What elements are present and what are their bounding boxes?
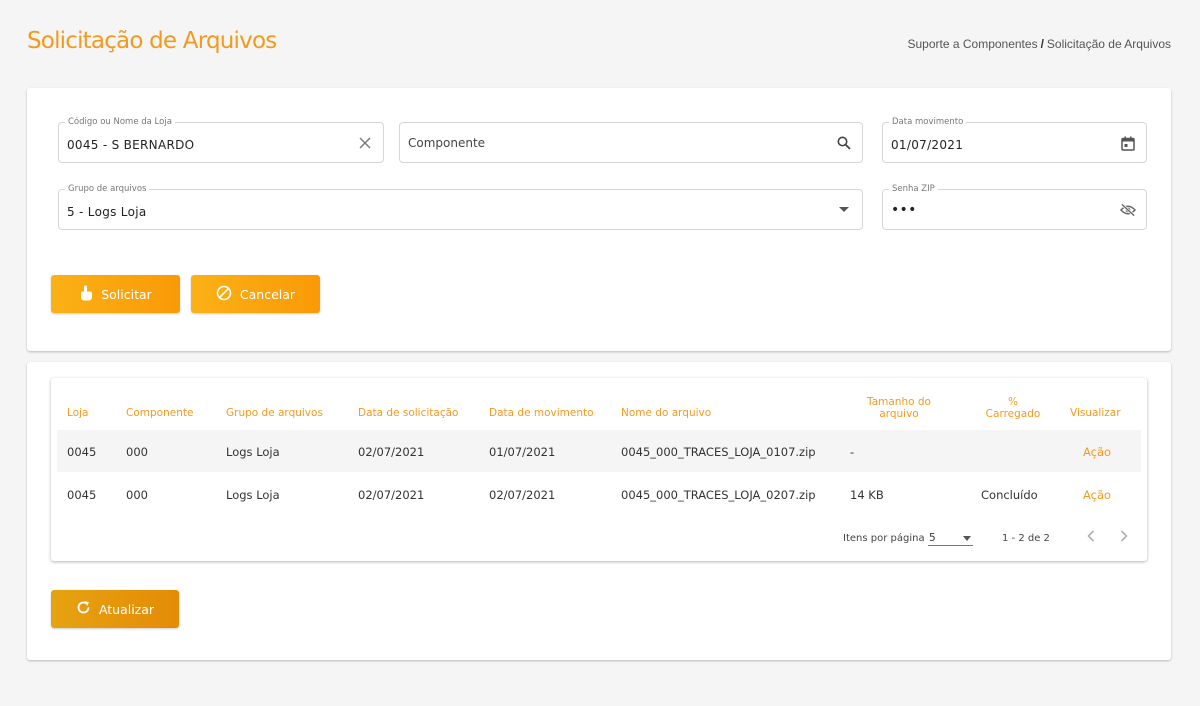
request-button[interactable]: Solicitar [51, 275, 180, 313]
cell-componente: 000 [126, 445, 148, 459]
store-field-label: Código ou Nome da Loja [65, 117, 175, 127]
col-header-componente[interactable]: Componente [126, 407, 193, 419]
chevron-left-icon[interactable] [1083, 528, 1099, 544]
request-button-label: Solicitar [101, 286, 152, 302]
dropdown-arrow-icon [963, 536, 971, 541]
results-card: Loja Componente Grupo de arquivos Data d… [27, 362, 1171, 660]
file-group-value[interactable]: 5 - Logs Loja [67, 205, 147, 219]
calendar-icon[interactable] [1120, 135, 1136, 151]
cell-componente: 000 [126, 488, 148, 502]
store-field-value[interactable]: 0045 - S BERNARDO [67, 138, 194, 152]
page-title: Solicitação de Arquivos [27, 28, 277, 54]
breadcrumb-current: Solicitação de Arquivos [1046, 37, 1171, 51]
dropdown-arrow-icon[interactable] [836, 202, 852, 218]
search-icon[interactable] [836, 135, 852, 151]
request-form-card: Código ou Nome da Loja 0045 - S BERNARDO… [27, 88, 1171, 351]
movement-date-value[interactable]: 01/07/2021 [891, 138, 963, 152]
col-header-visualizar: Visualizar [1070, 407, 1121, 419]
action-link[interactable]: Ação [1083, 488, 1111, 502]
page-size-value: 5 [929, 532, 936, 544]
zip-password-field[interactable]: Senha ZIP ••• [882, 184, 1147, 230]
cell-loja: 0045 [67, 488, 97, 502]
cancel-button[interactable]: Cancelar [191, 275, 320, 313]
cell-loja: 0045 [67, 445, 97, 459]
cell-data-solicitacao: 02/07/2021 [358, 445, 425, 459]
page-size-select[interactable]: 5 [928, 529, 973, 546]
cancel-button-label: Cancelar [239, 286, 296, 302]
page-range-label: 1 - 2 de 2 [1002, 533, 1050, 544]
component-field-placeholder[interactable]: Componente [408, 136, 485, 150]
col-header-tamanho[interactable]: Tamanho do arquivo [859, 396, 939, 420]
movement-date-field[interactable]: Data movimento 01/07/2021 [882, 117, 1147, 163]
refresh-button-label: Atualizar [98, 601, 155, 617]
chevron-right-icon[interactable] [1116, 528, 1132, 544]
component-field[interactable]: Componente [399, 122, 863, 163]
requests-table: Loja Componente Grupo de arquivos Data d… [51, 378, 1147, 561]
refresh-icon [76, 600, 91, 618]
store-field[interactable]: Código ou Nome da Loja 0045 - S BERNARDO [58, 117, 384, 163]
col-header-data-movimento[interactable]: Data de movimento [489, 407, 594, 419]
cell-carregado: Concluído [981, 488, 1038, 502]
col-header-tamanho-line1: Tamanho do [867, 396, 931, 408]
breadcrumb: Suporte a Componentes / Solicitação de Arq… [907, 37, 1171, 51]
movement-date-label: Data movimento [889, 117, 967, 127]
table-row: 0045 000 Logs Loja 02/07/2021 01/07/2021… [57, 430, 1141, 472]
col-header-carregado-line1: % [1008, 396, 1018, 408]
col-header-data-solicitacao[interactable]: Data de solicitação [358, 407, 458, 419]
hand-pointer-icon [79, 285, 93, 304]
cell-data-movimento: 01/07/2021 [489, 445, 556, 459]
items-per-page-label: Itens por página [843, 533, 925, 544]
col-header-carregado-line2: Carregado [985, 408, 1041, 420]
breadcrumb-separator: / [1040, 37, 1044, 51]
cell-data-solicitacao: 02/07/2021 [358, 488, 425, 502]
eye-off-icon[interactable] [1120, 202, 1136, 218]
close-icon[interactable] [357, 135, 373, 151]
col-header-nome-arquivo[interactable]: Nome do arquivo [621, 407, 711, 419]
breadcrumb-parent[interactable]: Suporte a Componentes [907, 37, 1037, 51]
cell-nome-arquivo: 0045_000_TRACES_LOJA_0107.zip [621, 445, 816, 459]
cell-grupo: Logs Loja [226, 445, 280, 459]
refresh-button[interactable]: Atualizar [51, 590, 179, 628]
cell-nome-arquivo: 0045_000_TRACES_LOJA_0207.zip [621, 488, 816, 502]
table-row: 0045 000 Logs Loja 02/07/2021 02/07/2021… [57, 473, 1141, 515]
cell-tamanho: 14 KB [850, 488, 884, 502]
col-header-loja[interactable]: Loja [67, 407, 88, 419]
action-link[interactable]: Ação [1083, 445, 1111, 459]
col-header-grupo[interactable]: Grupo de arquivos [226, 407, 323, 419]
zip-password-value[interactable]: ••• [891, 202, 917, 218]
cell-tamanho: - [850, 445, 855, 459]
file-group-select[interactable]: Grupo de arquivos 5 - Logs Loja [58, 184, 863, 230]
cell-grupo: Logs Loja [226, 488, 280, 502]
col-header-tamanho-line2: arquivo [879, 408, 919, 420]
zip-password-label: Senha ZIP [889, 184, 938, 194]
block-icon [216, 285, 232, 304]
file-group-label: Grupo de arquivos [65, 184, 150, 194]
cell-data-movimento: 02/07/2021 [489, 488, 556, 502]
col-header-carregado[interactable]: % Carregado [973, 396, 1053, 420]
